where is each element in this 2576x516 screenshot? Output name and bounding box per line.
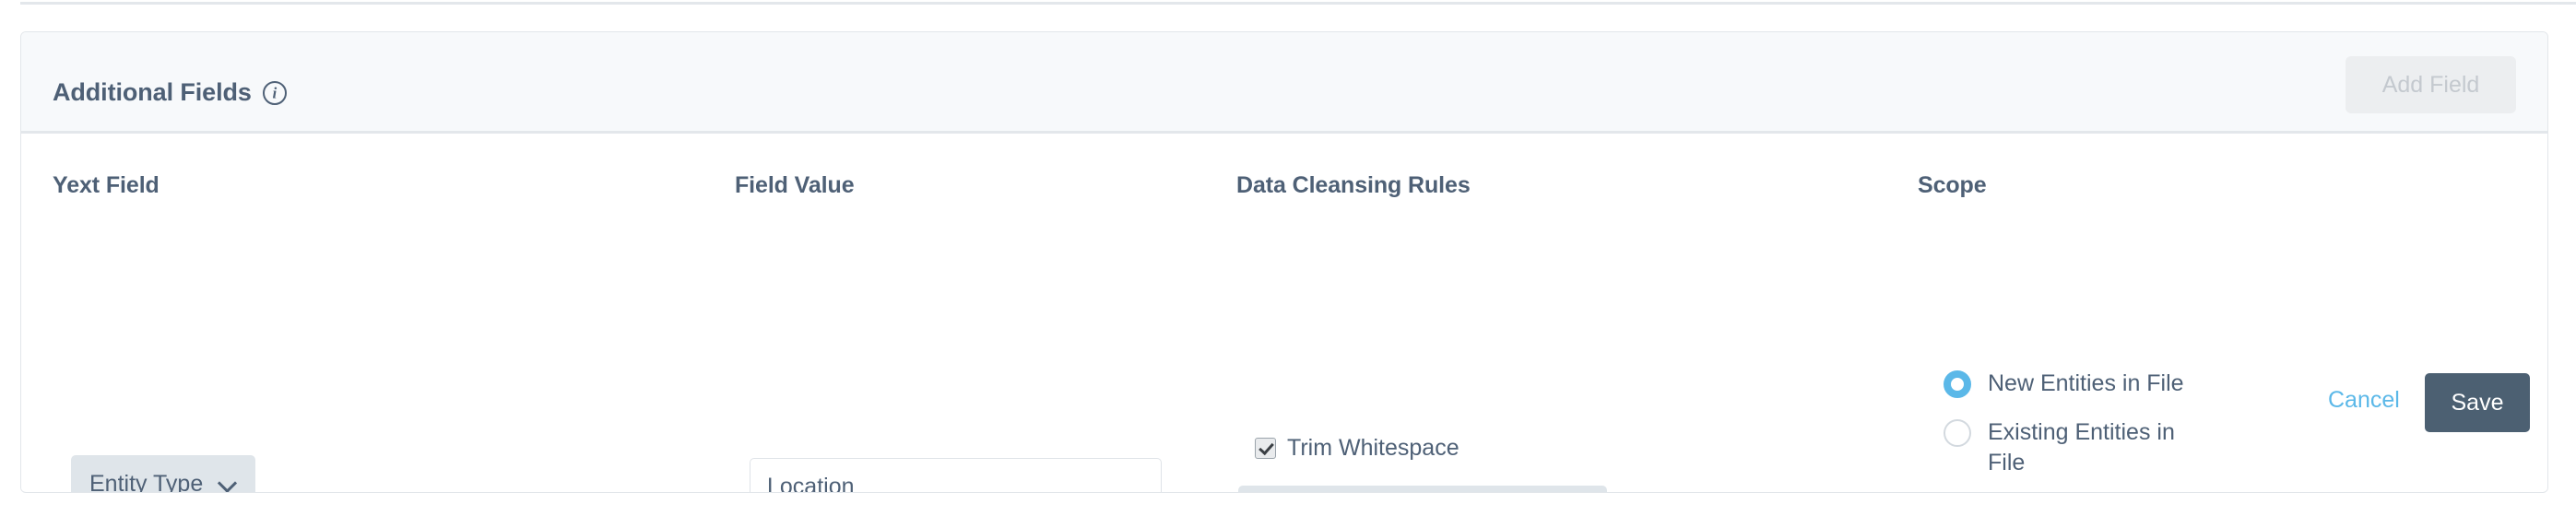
additional-fields-panel: Additional Fields Add Field Yext Field F… xyxy=(20,31,2548,493)
trim-whitespace-label: Trim Whitespace xyxy=(1287,435,1459,461)
panel-title-group: Additional Fields xyxy=(53,78,287,107)
blank-values-dropdown[interactable]: Ignore blank values xyxy=(1238,486,1607,492)
cancel-button[interactable]: Cancel xyxy=(2328,387,2400,414)
info-circle-icon[interactable] xyxy=(262,80,287,105)
column-header-field-value: Field Value xyxy=(735,172,855,198)
entity-type-dropdown[interactable]: Entity Type xyxy=(71,455,256,493)
chevron-down-icon xyxy=(219,475,237,493)
scope-option-label: Existing Entities in File xyxy=(1988,418,2175,476)
top-divider xyxy=(20,2,2576,5)
scope-option-label: New Entities in File xyxy=(1988,370,2184,396)
field-value-input[interactable] xyxy=(750,458,1162,492)
trim-whitespace-checkbox[interactable] xyxy=(1255,438,1276,459)
scope-radio-group: New Entities in File Existing Entities i… xyxy=(1944,369,2220,492)
save-button[interactable]: Save xyxy=(2425,373,2530,432)
entity-type-dropdown-label: Entity Type xyxy=(89,470,204,493)
add-field-button[interactable]: Add Field xyxy=(2346,56,2516,113)
radio-icon[interactable] xyxy=(1944,370,1971,398)
page-title: Additional Fields xyxy=(53,78,252,106)
trim-whitespace-row[interactable]: Trim Whitespace xyxy=(1255,435,1459,462)
scope-option-existing-entities[interactable]: Existing Entities in File xyxy=(1944,417,2220,479)
column-header-scope: Scope xyxy=(1918,172,1987,198)
column-header-data-cleansing-rules: Data Cleansing Rules xyxy=(1236,172,1471,198)
panel-header: Additional Fields Add Field xyxy=(21,32,2547,134)
column-header-yext-field: Yext Field xyxy=(53,172,160,198)
panel-body: Yext Field Field Value Data Cleansing Ru… xyxy=(21,134,2547,493)
radio-icon[interactable] xyxy=(1944,418,1971,447)
scope-option-new-entities[interactable]: New Entities in File xyxy=(1944,369,2220,400)
